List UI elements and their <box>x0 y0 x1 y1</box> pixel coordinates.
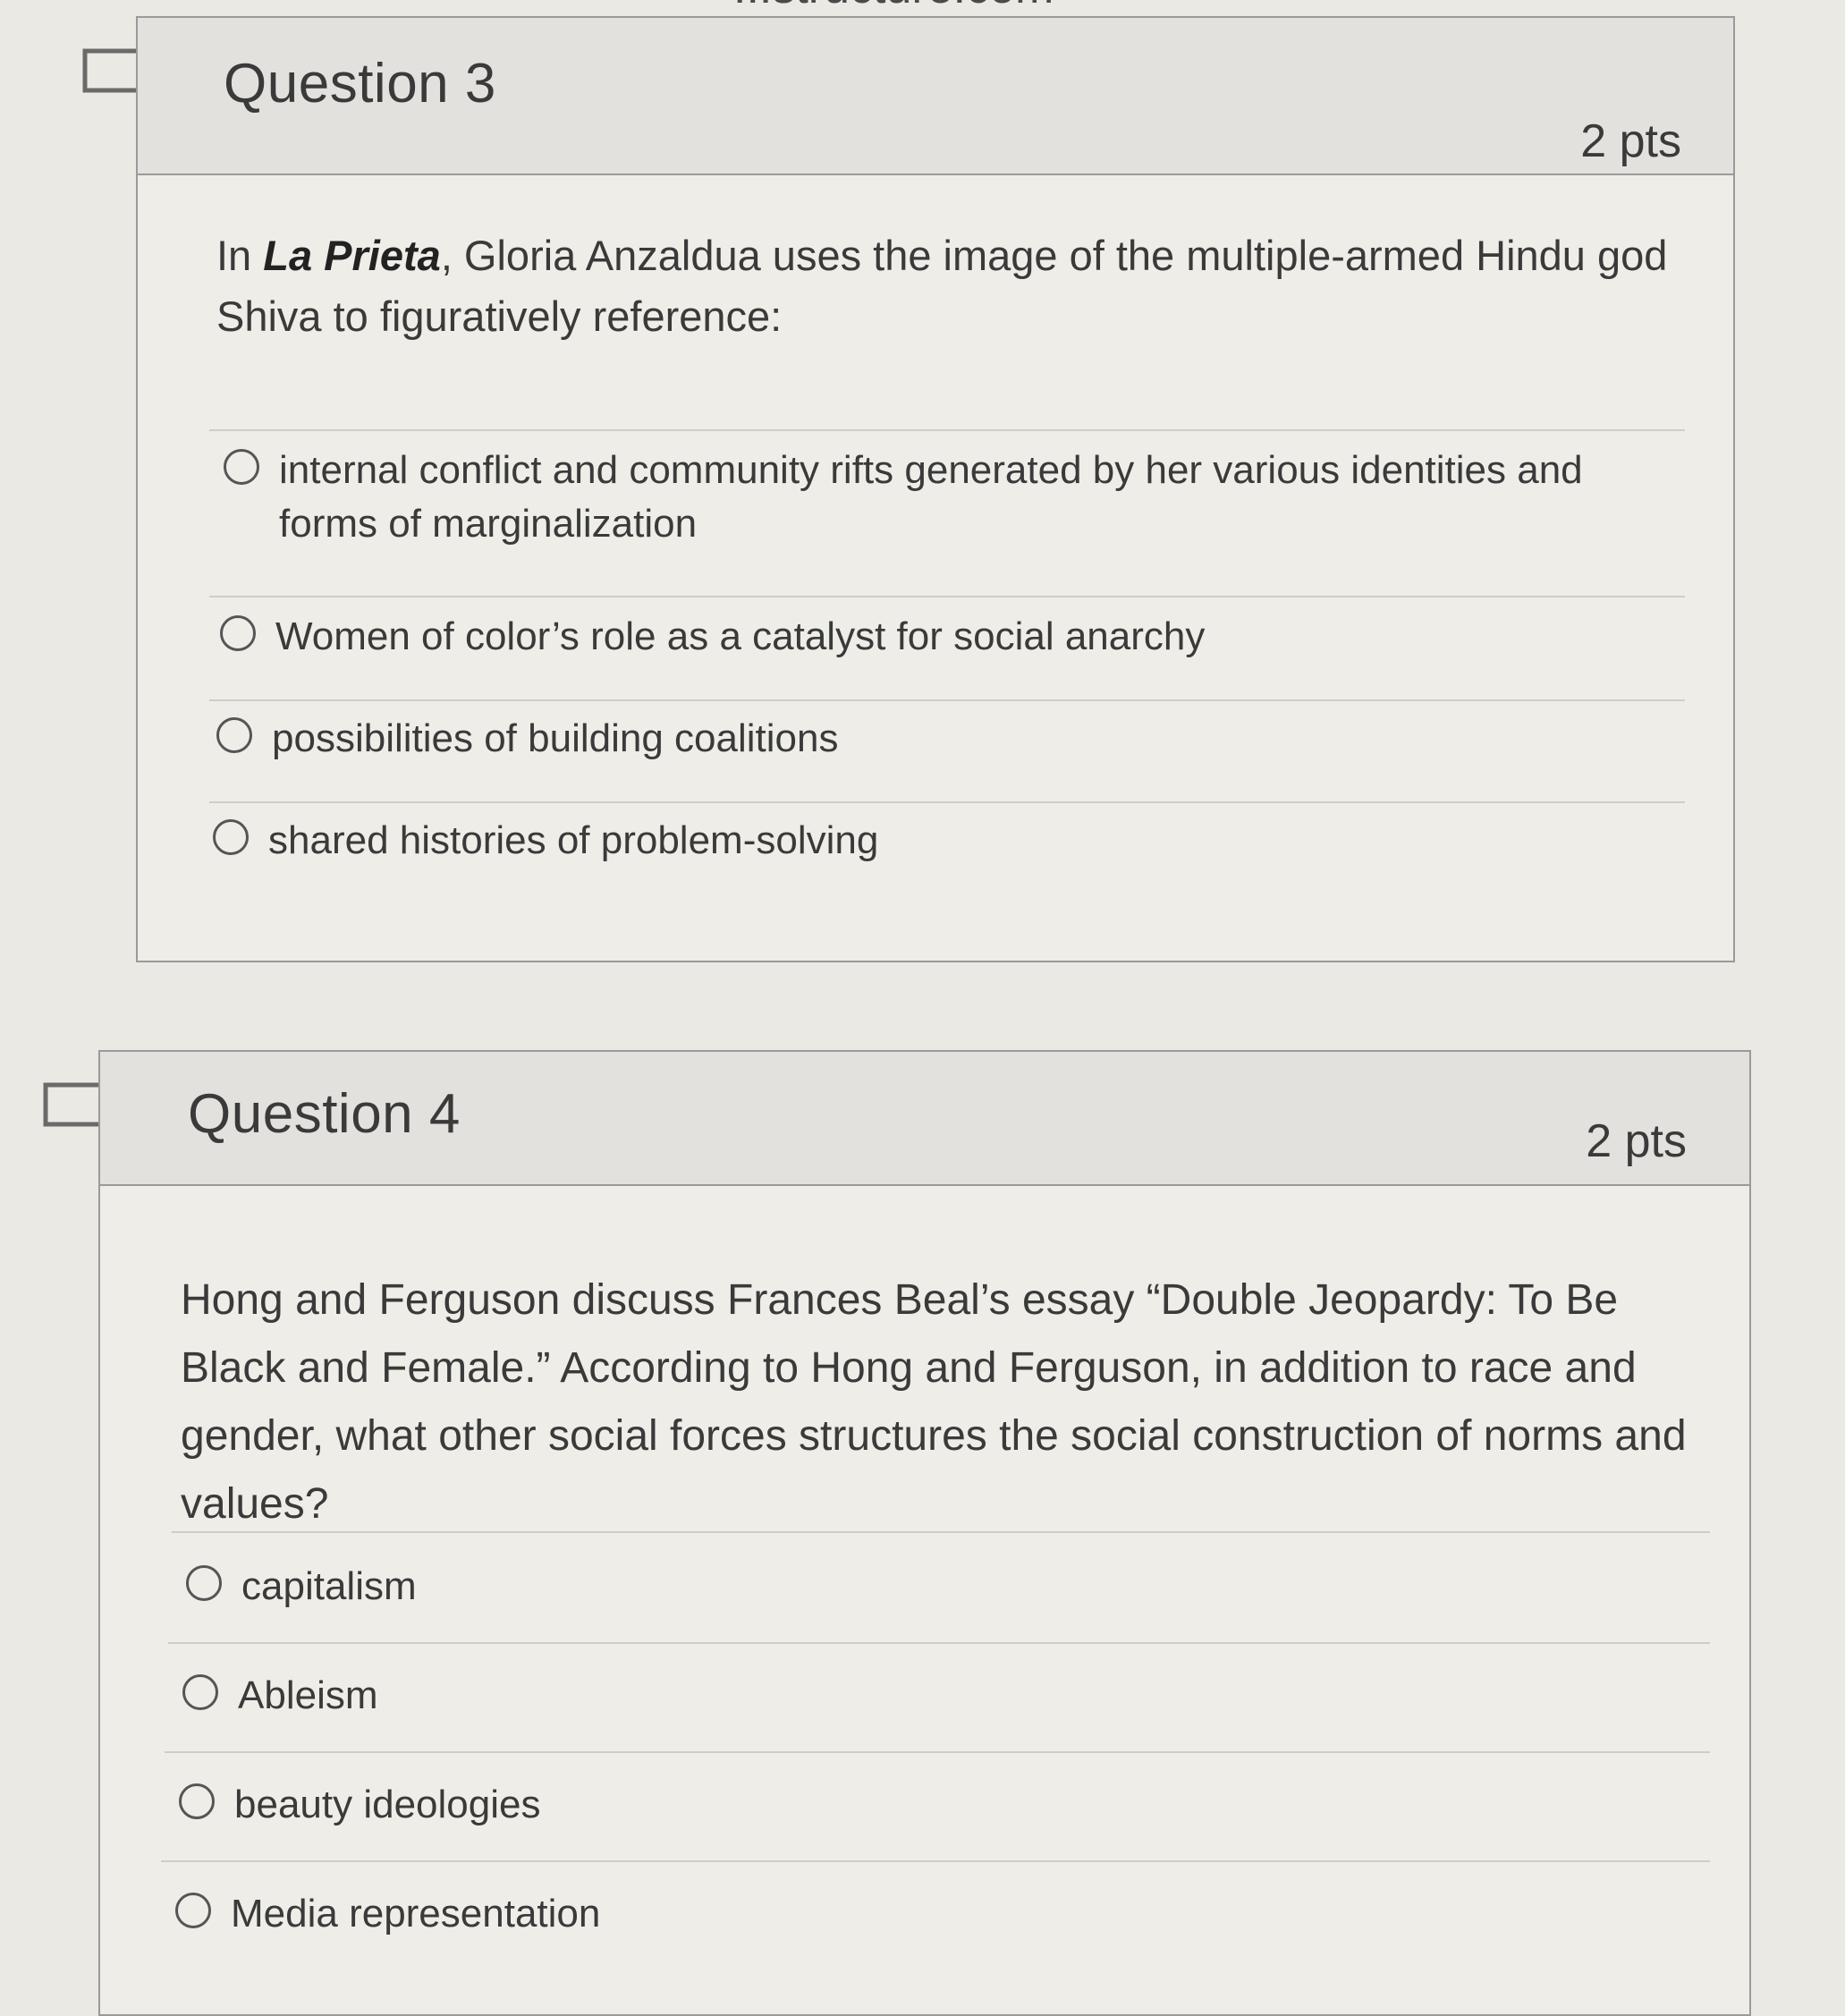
answer-label: capitalism <box>241 1564 417 1608</box>
question-3-work-title: La Prieta <box>263 232 441 279</box>
question-4-answer-2[interactable]: Ableism <box>182 1669 1685 1723</box>
question-3-divider <box>209 429 1685 431</box>
question-3-prompt: In La Prieta, Gloria Anzaldua uses the i… <box>216 225 1701 347</box>
question-3-prompt-intro: In <box>216 232 264 279</box>
answer-label: shared histories of problem-solving <box>268 818 879 862</box>
top-url-fragment: ...structure.com <box>733 0 1054 14</box>
answer-label: internal conflict and community rifts ge… <box>279 448 1583 546</box>
question-4-points: 2 pts <box>1586 1115 1687 1167</box>
radio-button-icon[interactable] <box>175 1893 211 1928</box>
question-4-answer-1[interactable]: capitalism <box>186 1560 1688 1614</box>
question-4-title: Question 4 <box>188 1083 461 1145</box>
question-3-header: Question 3 2 pts <box>138 18 1733 175</box>
answer-divider <box>209 596 1685 597</box>
question-4-divider <box>172 1531 1710 1533</box>
radio-button-icon[interactable] <box>220 615 256 651</box>
answer-divider <box>209 801 1685 803</box>
question-4-answer-3[interactable]: beauty ideologies <box>179 1778 1681 1832</box>
radio-button-icon[interactable] <box>179 1783 215 1819</box>
question-4-card: Question 4 2 pts Hong and Ferguson discu… <box>98 1050 1751 2016</box>
question-3-title: Question 3 <box>224 53 496 114</box>
question-4-prompt: Hong and Ferguson discuss Frances Beal’s… <box>181 1276 1687 1528</box>
radio-button-icon[interactable] <box>213 819 249 855</box>
question-3-answer-4[interactable]: shared histories of problem-solving <box>213 814 1680 868</box>
answer-divider <box>165 1751 1710 1753</box>
answer-divider <box>209 699 1685 701</box>
question-3-card: Question 3 2 pts In La Prieta, Gloria An… <box>136 16 1735 962</box>
question-3-answer-2[interactable]: Women of color’s role as a catalyst for … <box>220 610 1687 664</box>
question-3-points: 2 pts <box>1580 115 1681 167</box>
question-4-answer-4[interactable]: Media representation <box>175 1887 1678 1941</box>
answer-label: possibilities of building coalitions <box>272 716 839 760</box>
answer-label: Women of color’s role as a catalyst for … <box>275 614 1206 658</box>
question-4-header: Question 4 2 pts <box>100 1052 1749 1186</box>
answer-divider <box>168 1642 1710 1644</box>
radio-button-icon[interactable] <box>186 1565 222 1601</box>
answer-label: beauty ideologies <box>234 1783 541 1826</box>
radio-button-icon[interactable] <box>182 1674 218 1710</box>
answer-label: Ableism <box>238 1673 378 1717</box>
radio-button-icon[interactable] <box>224 449 259 485</box>
radio-button-icon[interactable] <box>216 717 252 753</box>
answer-label: Media representation <box>231 1892 601 1936</box>
question-3-answer-3[interactable]: possibilities of building coalitions <box>216 712 1683 766</box>
answer-divider <box>161 1860 1710 1862</box>
question-3-answer-1[interactable]: internal conflict and community rifts ge… <box>224 444 1690 551</box>
